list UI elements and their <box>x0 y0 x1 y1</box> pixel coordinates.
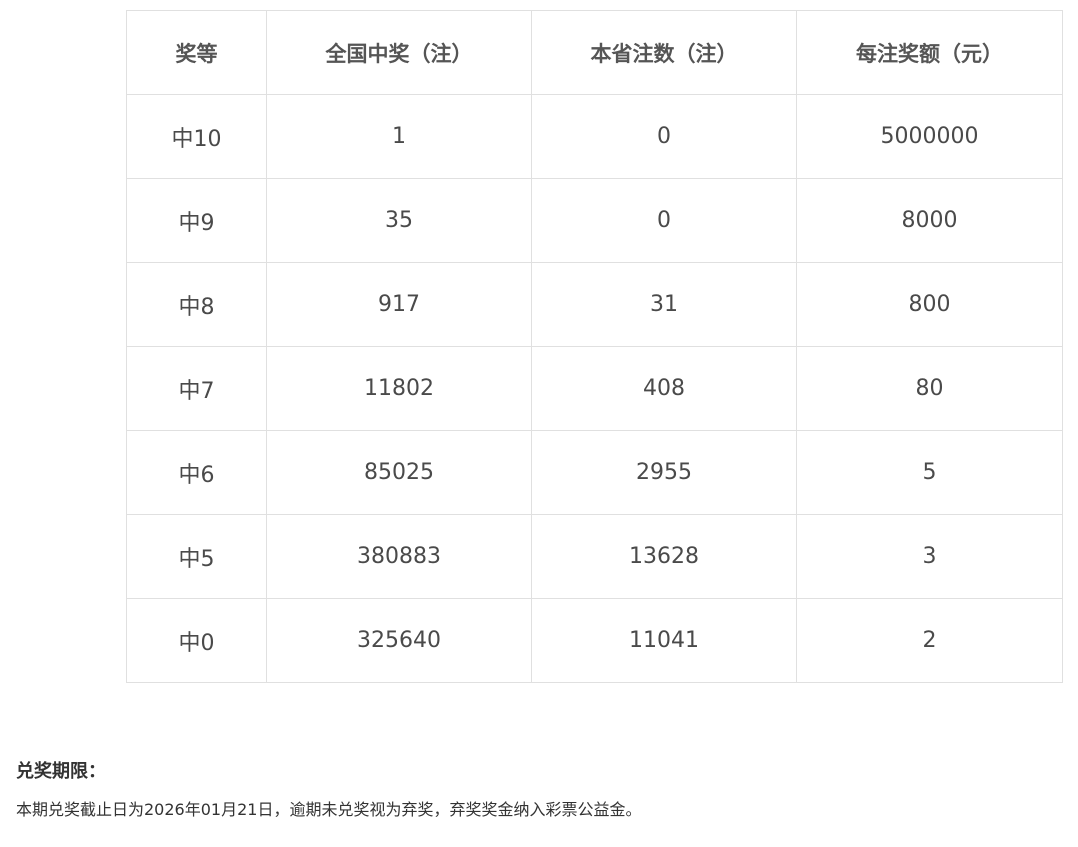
cell-province: 0 <box>531 94 797 179</box>
prize-table-header: 奖等 全国中奖（注） 本省注数（注） 每注奖额（元） <box>126 10 1063 95</box>
cell-level: 中6 <box>126 430 267 515</box>
cell-national: 380883 <box>266 514 532 599</box>
cell-amount: 8000 <box>796 178 1063 263</box>
cell-province: 0 <box>531 178 797 263</box>
cell-level: 中5 <box>126 514 267 599</box>
cell-amount: 800 <box>796 262 1063 347</box>
cell-province: 31 <box>531 262 797 347</box>
cell-national: 917 <box>266 262 532 347</box>
cell-level: 中8 <box>126 262 267 347</box>
header-level: 奖等 <box>126 10 267 95</box>
deadline-text: 本期兑奖截止日为2026年01月21日，逾期未兑奖视为弃奖，弃奖奖金纳入彩票公益… <box>16 800 642 819</box>
cell-national: 85025 <box>266 430 532 515</box>
cell-level: 中0 <box>126 598 267 683</box>
prize-table-body: 中10 1 0 5000000 中9 35 0 8000 中8 917 31 8… <box>126 94 1063 683</box>
cell-amount: 5000000 <box>796 94 1063 179</box>
cell-amount: 5 <box>796 430 1063 515</box>
table-row: 中7 11802 408 80 <box>126 346 1063 431</box>
cell-amount: 3 <box>796 514 1063 599</box>
cell-national: 11802 <box>266 346 532 431</box>
cell-national: 325640 <box>266 598 532 683</box>
cell-province: 11041 <box>531 598 797 683</box>
cell-level: 中10 <box>126 94 267 179</box>
cell-level: 中7 <box>126 346 267 431</box>
header-national-winners: 全国中奖（注） <box>266 10 532 95</box>
header-prize-amount: 每注奖额（元） <box>796 10 1063 95</box>
cell-national: 1 <box>266 94 532 179</box>
table-row: 中10 1 0 5000000 <box>126 94 1063 179</box>
cell-amount: 80 <box>796 346 1063 431</box>
header-province-winners: 本省注数（注） <box>531 10 797 95</box>
table-row: 中8 917 31 800 <box>126 262 1063 347</box>
cell-amount: 2 <box>796 598 1063 683</box>
table-row: 中0 325640 11041 2 <box>126 598 1063 683</box>
table-row: 中5 380883 13628 3 <box>126 514 1063 599</box>
table-row: 中6 85025 2955 5 <box>126 430 1063 515</box>
cell-province: 13628 <box>531 514 797 599</box>
cell-province: 2955 <box>531 430 797 515</box>
table-row: 中9 35 0 8000 <box>126 178 1063 263</box>
deadline-heading: 兑奖期限： <box>16 761 106 782</box>
header-row: 奖等 全国中奖（注） 本省注数（注） 每注奖额（元） <box>126 10 1063 95</box>
prize-table: 奖等 全国中奖（注） 本省注数（注） 每注奖额（元） 中10 1 0 50000… <box>126 10 1063 683</box>
cell-province: 408 <box>531 346 797 431</box>
cell-national: 35 <box>266 178 532 263</box>
cell-level: 中9 <box>126 178 267 263</box>
